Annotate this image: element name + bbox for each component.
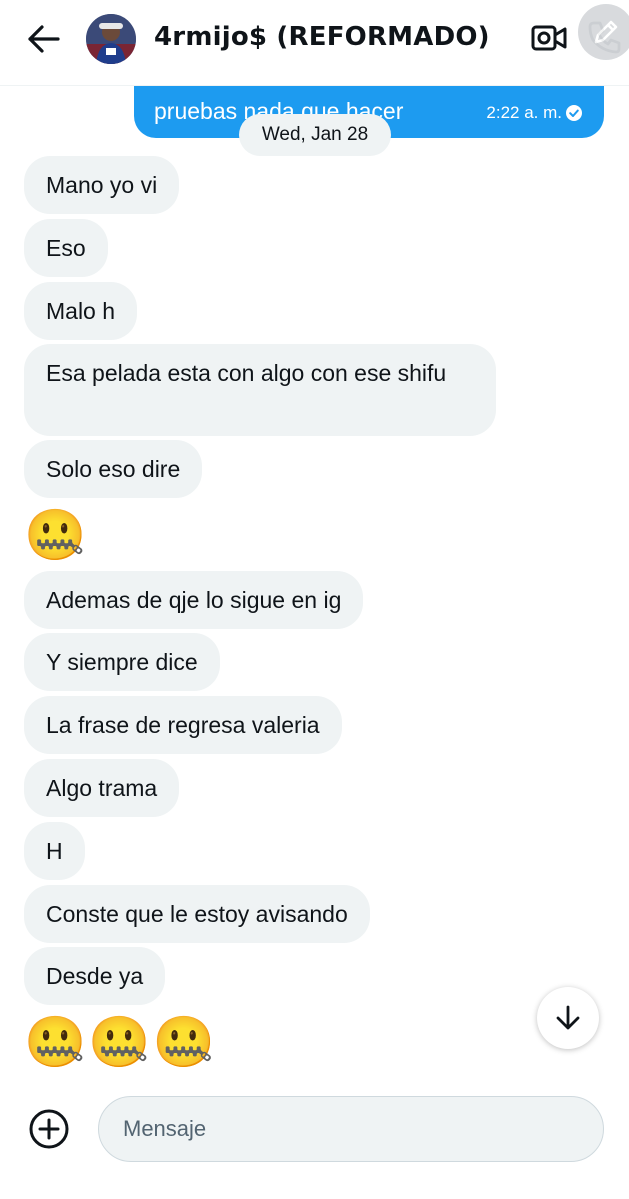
emoji-message[interactable]: 🤐🤐🤐 [24,1012,217,1072]
avatar-image [86,14,136,64]
arrow-down-icon [556,1005,580,1030]
received-message[interactable]: Ademas de qje lo sigue en ig [24,571,364,629]
check-circle-icon [566,105,582,121]
received-message[interactable]: La frase de regresa valeria [24,696,342,754]
received-message[interactable]: Mano yo vi [24,156,180,214]
received-message[interactable]: Y siempre dice [24,633,220,691]
contact-name[interactable]: 4rmijo$ (REFORMADO) [154,22,490,52]
avatar[interactable] [86,14,136,64]
compose-bar [0,1080,629,1199]
received-message[interactable]: Solo eso dire [24,440,203,498]
received-message[interactable]: Desde ya [24,947,166,1005]
emoji-message[interactable]: 🤐 [24,505,86,565]
received-message[interactable]: Eso [24,219,108,277]
pencil-icon [594,20,618,44]
date-separator: Wed, Jan 28 [239,114,391,156]
message-input[interactable] [98,1096,604,1162]
back-button[interactable] [26,24,62,54]
plus-circle-icon [29,1109,69,1149]
received-message[interactable]: Malo h [24,282,138,340]
received-message[interactable]: Conste que le estoy avisando [24,885,370,943]
scroll-to-bottom-button[interactable] [537,987,599,1049]
edit-button[interactable] [578,4,629,60]
video-camera-icon [531,25,567,51]
conversation-header: 4rmijo$ (REFORMADO) [0,0,629,86]
add-attachment-button[interactable] [28,1108,70,1150]
sent-message-time: 2:22 a. m. [486,103,562,122]
arrow-left-icon [28,25,60,53]
video-call-button[interactable] [530,22,568,54]
received-message[interactable]: Esa pelada esta con algo con ese shifu [24,344,496,436]
received-message[interactable]: Algo trama [24,759,180,817]
received-message[interactable]: H [24,822,85,880]
